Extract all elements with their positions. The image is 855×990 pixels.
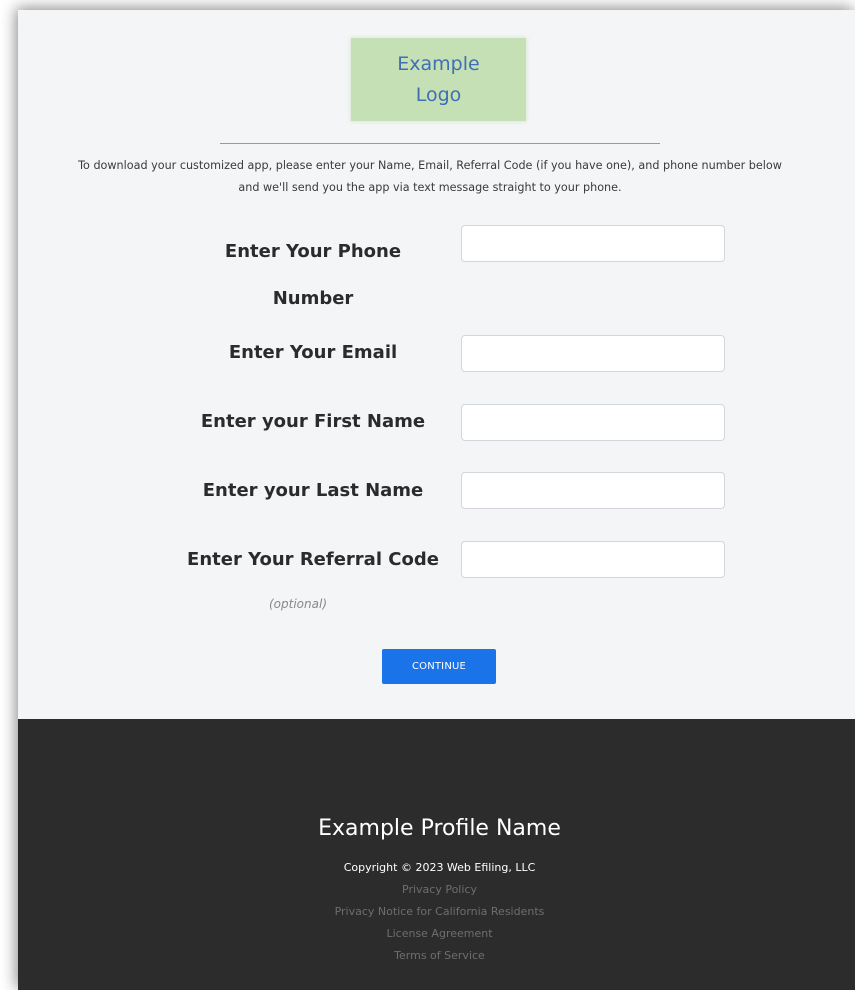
screenshot-frame: Example Logo To download your customized… — [0, 0, 855, 990]
signup-section: Example Logo To download your customized… — [18, 10, 855, 719]
footer-copyright: Copyright © 2023 Web Efiling, LLC — [343, 861, 536, 874]
referral-optional-hint: (optional) — [269, 597, 327, 611]
referral-code-label: Enter Your Referral Code — [187, 549, 439, 570]
intro-line-1: To download your customized app, please … — [78, 159, 782, 172]
terms-of-service-link[interactable]: Terms of Service — [18, 949, 855, 962]
intro-text: To download your customized app, please … — [18, 155, 855, 199]
logo-text: Example Logo — [397, 52, 480, 106]
email-input[interactable] — [461, 335, 725, 372]
divider — [220, 143, 660, 144]
phone-label: Enter Your Phone Number — [198, 228, 428, 322]
phone-label-line-2: Number — [272, 288, 354, 309]
browser-page: Example Logo To download your customized… — [18, 10, 855, 990]
phone-input[interactable] — [461, 225, 725, 262]
last-name-label: Enter your Last Name — [202, 480, 424, 501]
footer-profile-name: Example Profile Name — [318, 816, 561, 841]
continue-button[interactable]: CONTINUE — [382, 649, 496, 684]
referral-code-input[interactable] — [461, 541, 725, 578]
email-label: Enter Your Email — [228, 342, 398, 363]
license-agreement-link[interactable]: License Agreement — [18, 927, 855, 940]
logo: Example Logo — [351, 38, 526, 121]
phone-label-line-1: Enter Your Phone — [224, 241, 402, 262]
california-privacy-notice-link[interactable]: Privacy Notice for California Residents — [18, 905, 855, 918]
privacy-policy-link[interactable]: Privacy Policy — [18, 883, 855, 896]
last-name-input[interactable] — [461, 472, 725, 509]
intro-line-2: and we'll send you the app via text mess… — [238, 181, 622, 194]
first-name-label: Enter your First Name — [200, 411, 426, 432]
footer: Example Profile Name Copyright © 2023 We… — [18, 719, 855, 990]
first-name-input[interactable] — [461, 404, 725, 441]
